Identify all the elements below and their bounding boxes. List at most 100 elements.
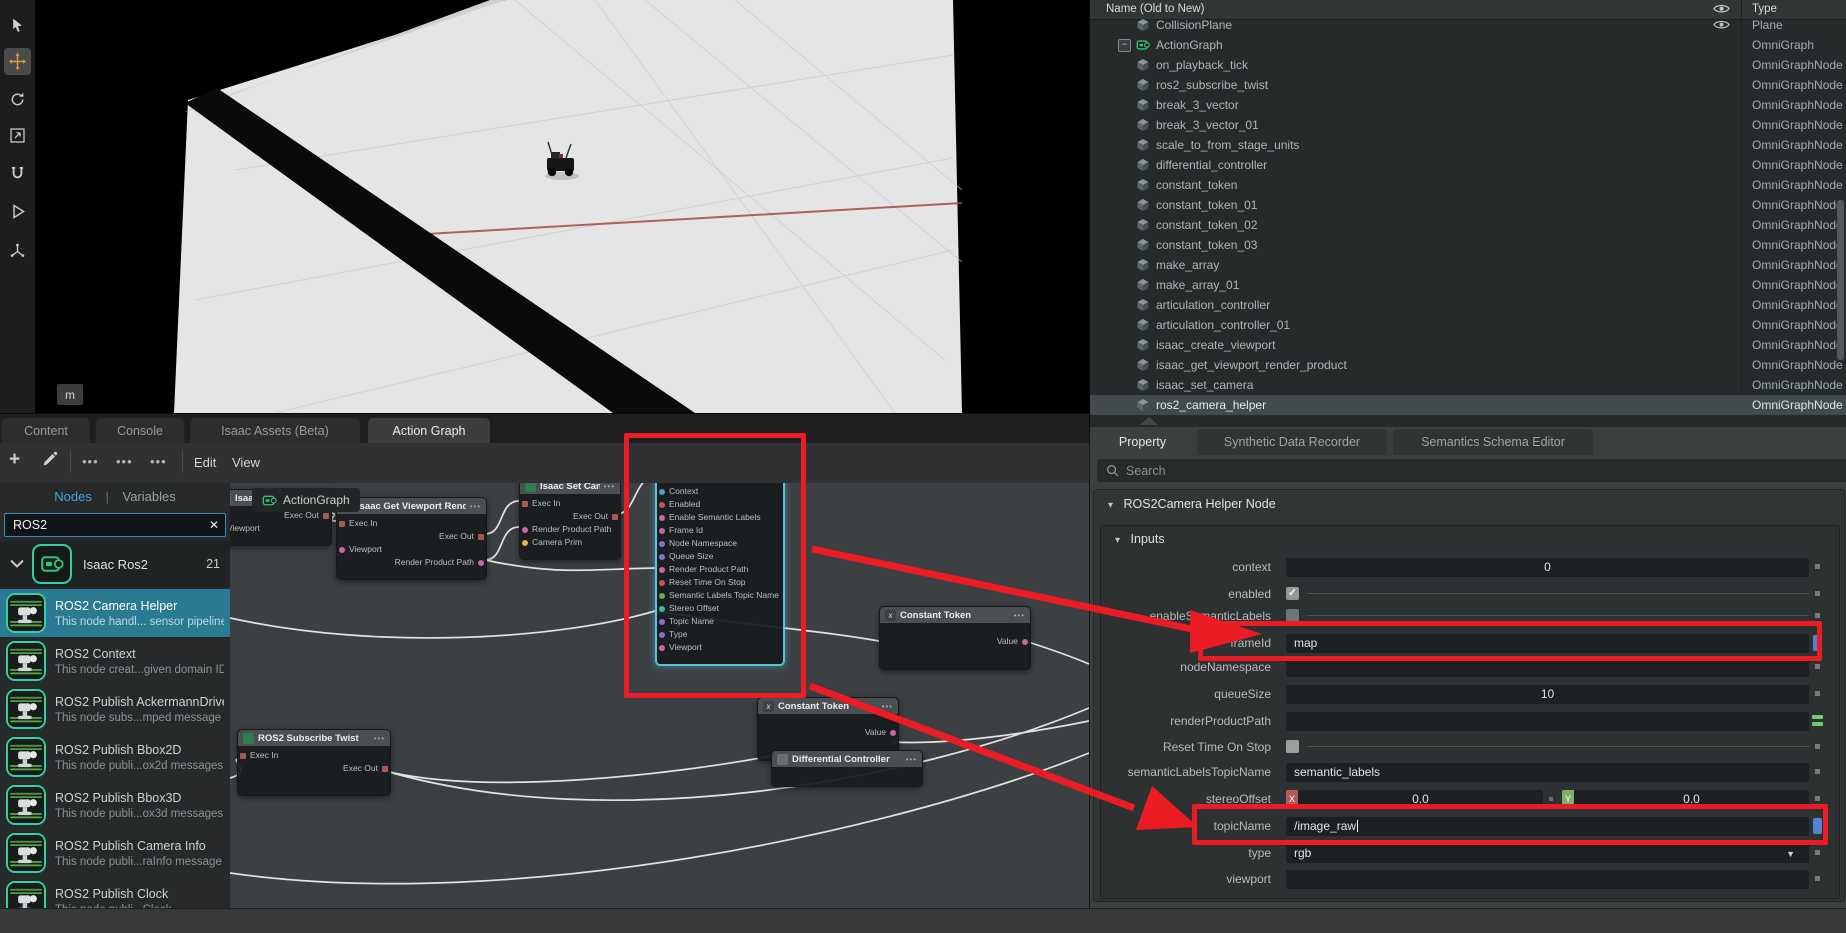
render-product-path-field[interactable] bbox=[1286, 711, 1809, 731]
node-port[interactable]: Frame Id bbox=[657, 524, 783, 537]
list-attribute-icon[interactable] bbox=[1812, 715, 1823, 727]
type-dropdown[interactable]: rgb ▼ bbox=[1286, 843, 1809, 863]
node-port[interactable]: Enable Semantic Labels bbox=[657, 511, 783, 524]
stage-tree-row[interactable]: isaac_get_viewport_render_product OmniGra… bbox=[1090, 355, 1846, 375]
port-dot-icon[interactable] bbox=[339, 520, 345, 527]
visibility-eye-icon[interactable] bbox=[1713, 3, 1730, 15]
node-port[interactable]: Viewport bbox=[337, 543, 486, 556]
palette-item[interactable]: ROS2 Publish Camera Info This node publi.… bbox=[0, 829, 230, 877]
port-dot-icon[interactable] bbox=[382, 765, 388, 772]
3d-viewport[interactable]: m bbox=[35, 0, 1089, 413]
frameid-field[interactable]: map bbox=[1286, 633, 1809, 653]
node-namespace-field[interactable] bbox=[1286, 657, 1809, 677]
node-port[interactable]: Render Product Path bbox=[337, 556, 486, 569]
category-isaac-ros2[interactable]: Isaac Ros2 21 bbox=[0, 541, 230, 587]
add-node-button[interactable]: + bbox=[9, 449, 20, 471]
node-search-input[interactable]: ROS2 ✕ bbox=[4, 513, 226, 537]
node-menu-icon[interactable]: ••• bbox=[374, 734, 385, 743]
node-port[interactable]: Context bbox=[657, 485, 783, 498]
node-port[interactable]: Render Product Path bbox=[520, 523, 620, 536]
attribute-options-icon[interactable] bbox=[1815, 691, 1820, 696]
collapse-caret-icon[interactable]: ▾ bbox=[1108, 500, 1113, 511]
port-dot-icon[interactable] bbox=[659, 514, 665, 521]
port-dot-icon[interactable] bbox=[659, 540, 665, 547]
viewport-field[interactable] bbox=[1286, 869, 1809, 889]
overflow-menu-icon[interactable]: ••• bbox=[82, 454, 99, 469]
gizmo-tool-icon[interactable] bbox=[4, 238, 31, 265]
context-field[interactable]: 0 bbox=[1286, 557, 1809, 577]
node-port[interactable]: Viewport bbox=[657, 641, 783, 654]
chevron-down-icon[interactable]: ▼ bbox=[1786, 849, 1795, 859]
stage-tree-row[interactable]: constant_token_02 OmniGraphNode bbox=[1090, 215, 1846, 235]
node-header[interactable]: x Constant Token ••• bbox=[758, 698, 898, 714]
action-graph-canvas[interactable]: ActionGraph Isaac Create Viewport••• Exe… bbox=[230, 483, 1089, 908]
node-port[interactable]: Exec Out bbox=[238, 762, 390, 775]
attribute-options-icon[interactable] bbox=[1815, 796, 1820, 801]
palette-item[interactable]: ROS2 Publish Bbox3D This node publi...ox3… bbox=[0, 781, 230, 829]
node-header[interactable]: ROS2 Subscribe Twist ••• bbox=[238, 730, 390, 746]
port-dot-icon[interactable] bbox=[478, 559, 484, 566]
graph-node-isaac-set-camera[interactable]: Isaac Set Camera ••• Exec In Exec Out Rende… bbox=[519, 483, 621, 560]
port-dot-icon[interactable] bbox=[240, 752, 246, 759]
port-dot-icon[interactable] bbox=[659, 618, 665, 625]
node-header[interactable]: Differential Controller ••• bbox=[772, 751, 922, 767]
graph-node-ros2-camera-helper[interactable]: ROS2 Camera Helper••• Exec InContextEnab… bbox=[655, 483, 785, 666]
palette-item[interactable]: ROS2 Context This node creat...given doma… bbox=[0, 637, 230, 685]
snap-tool-icon[interactable] bbox=[4, 160, 31, 187]
enable-semantic-labels-checkbox[interactable] bbox=[1286, 609, 1299, 622]
port-dot-icon[interactable] bbox=[659, 566, 665, 573]
overflow-menu-icon[interactable]: ••• bbox=[116, 454, 133, 469]
scale-tool-icon[interactable] bbox=[4, 122, 31, 149]
stage-tree-row[interactable]: isaac_create_viewport OmniGraphNode bbox=[1090, 335, 1846, 355]
node-header[interactable]: x Constant Token ••• bbox=[880, 607, 1030, 623]
palette-item[interactable]: ROS2 Publish AckermannDrive This node sub… bbox=[0, 685, 230, 733]
palette-item[interactable]: ROS2 Publish Bbox2D This node publi...ox2… bbox=[0, 733, 230, 781]
node-menu-icon[interactable]: ••• bbox=[604, 483, 615, 491]
graph-node-differential-controller[interactable]: Differential Controller ••• bbox=[771, 750, 923, 787]
node-port[interactable]: Exec In bbox=[337, 517, 486, 530]
group-inputs[interactable]: ▾ Inputs bbox=[1115, 532, 1165, 546]
node-port[interactable]: Value bbox=[880, 635, 1030, 648]
node-menu-icon[interactable]: ••• bbox=[882, 702, 893, 711]
node-port[interactable]: Exec Out bbox=[337, 530, 486, 543]
edit-pencil-icon[interactable] bbox=[41, 451, 58, 473]
port-dot-icon[interactable] bbox=[659, 553, 665, 560]
stage-tree-row[interactable]: − ActionGraph OmniGraph bbox=[1090, 35, 1846, 55]
tab-isaac-assets[interactable]: Isaac Assets (Beta) bbox=[190, 418, 360, 444]
stage-tree-row[interactable]: on_playback_tick OmniGraphNode bbox=[1090, 55, 1846, 75]
attribute-options-icon[interactable] bbox=[1815, 591, 1820, 596]
node-header[interactable]: Isaac Set Camera ••• bbox=[520, 483, 620, 494]
stage-tree-row[interactable]: differential_controller OmniGraphNode bbox=[1090, 155, 1846, 175]
node-menu-icon[interactable]: ••• bbox=[906, 755, 917, 764]
stage-tree-row[interactable]: make_array_01 OmniGraphNode bbox=[1090, 275, 1846, 295]
clear-search-icon[interactable]: ✕ bbox=[203, 518, 225, 532]
stage-tree-row[interactable]: isaac_set_camera OmniGraphNode bbox=[1090, 375, 1846, 395]
port-dot-icon[interactable] bbox=[522, 526, 528, 533]
tab-property[interactable]: Property bbox=[1094, 429, 1191, 455]
port-dot-icon[interactable] bbox=[890, 729, 896, 736]
tab-content[interactable]: Content bbox=[2, 418, 90, 444]
visibility-eye-icon[interactable] bbox=[1713, 19, 1730, 31]
stage-tree-row[interactable]: CollisionPlane Plane bbox=[1090, 15, 1846, 35]
tab-nodes[interactable]: Nodes bbox=[54, 489, 92, 504]
port-dot-icon[interactable] bbox=[659, 527, 665, 534]
stage-tree-row[interactable]: ros2_subscribe_twist OmniGraphNode bbox=[1090, 75, 1846, 95]
node-port[interactable]: Enabled bbox=[657, 498, 783, 511]
graph-node-constant-token[interactable]: x Constant Token ••• Value bbox=[879, 606, 1031, 670]
port-dot-icon[interactable] bbox=[1022, 638, 1028, 645]
connected-attribute-indicator[interactable] bbox=[1813, 818, 1822, 834]
attribute-options-icon[interactable] bbox=[1815, 850, 1820, 855]
tab-action-graph[interactable]: Action Graph bbox=[368, 418, 490, 444]
stage-tree-row[interactable]: make_array OmniGraphNode bbox=[1090, 255, 1846, 275]
stage-tree-row[interactable]: ros2_camera_helper OmniGraphNode bbox=[1090, 395, 1846, 415]
stage-tree-row[interactable]: break_3_vector OmniGraphNode bbox=[1090, 95, 1846, 115]
node-port[interactable]: Topic Name bbox=[657, 615, 783, 628]
node-menu-icon[interactable]: ••• bbox=[1014, 611, 1025, 620]
stage-tree-row[interactable]: scale_to_from_stage_units OmniGraphNode bbox=[1090, 135, 1846, 155]
port-dot-icon[interactable] bbox=[659, 605, 665, 612]
stereo-offset-x-field[interactable]: 0.0 bbox=[1298, 789, 1543, 809]
palette-item[interactable]: ROS2 Publish ClockThis node publi...Cloc… bbox=[0, 877, 230, 908]
tab-semantics-schema-editor[interactable]: Semantics Schema Editor bbox=[1393, 429, 1593, 455]
port-dot-icon[interactable] bbox=[659, 579, 665, 586]
stage-tree-row[interactable]: break_3_vector_01 OmniGraphNode bbox=[1090, 115, 1846, 135]
